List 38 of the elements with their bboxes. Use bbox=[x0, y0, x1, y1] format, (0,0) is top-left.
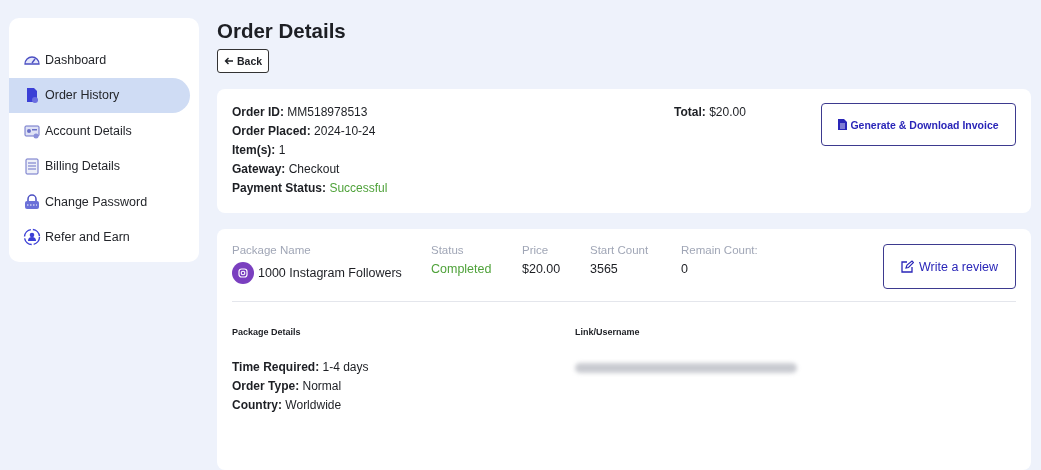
column-heading: Start Count bbox=[590, 244, 650, 256]
sidebar-item[interactable]: Change Password bbox=[9, 184, 190, 220]
column-heading: Price bbox=[522, 244, 550, 256]
section-heading: Package Details bbox=[232, 327, 302, 337]
detail-field: Time Required: 1-4 days bbox=[232, 359, 575, 375]
lock-icon bbox=[23, 192, 41, 211]
edit-icon bbox=[901, 260, 914, 273]
page-title: Order Details bbox=[217, 18, 347, 44]
sidebar-item[interactable]: Order History bbox=[9, 77, 190, 113]
sidebar-item[interactable]: Refer and Earn bbox=[9, 219, 190, 255]
arrow-left-icon bbox=[224, 56, 234, 66]
sidebar-item[interactable]: Account Details bbox=[9, 113, 190, 149]
order-field: Gateway: Checkout bbox=[232, 161, 674, 177]
sidebar-item[interactable]: Dashboard bbox=[9, 42, 190, 78]
order-field: Order ID: MM518978513 bbox=[232, 104, 674, 120]
column-heading: Remain Count: bbox=[681, 244, 759, 256]
column-value: 3565 bbox=[590, 262, 618, 276]
sidebar-item[interactable]: Billing Details bbox=[9, 148, 190, 184]
document-icon bbox=[838, 119, 848, 130]
order-total: Total: $20.00 bbox=[674, 104, 747, 121]
sheet-icon bbox=[23, 157, 41, 176]
column-heading: Package Name bbox=[232, 244, 312, 256]
column-heading: Status bbox=[431, 244, 465, 256]
detail-field: Country: Worldwide bbox=[232, 397, 575, 413]
detail-field: Order Type: Normal bbox=[232, 378, 575, 394]
order-field: Payment Status: Successful bbox=[232, 180, 674, 196]
column-value: 1000 Instagram Followers bbox=[258, 266, 402, 280]
section-heading: Link/Username bbox=[575, 327, 641, 337]
camera-icon bbox=[232, 262, 254, 284]
back-button[interactable]: Back bbox=[217, 49, 270, 73]
order-field: Order Placed: 2024-10-24 bbox=[232, 123, 674, 139]
column-value: Completed bbox=[431, 262, 492, 276]
column-value: $20.00 bbox=[522, 262, 561, 276]
invoice-button[interactable]: Generate & Download Invoice bbox=[821, 103, 1016, 146]
person-cycle-icon bbox=[23, 228, 41, 247]
order-field: Item(s): 1 bbox=[232, 142, 674, 158]
review-button[interactable]: Write a review bbox=[883, 244, 1016, 289]
column-value: 0 bbox=[681, 262, 688, 276]
